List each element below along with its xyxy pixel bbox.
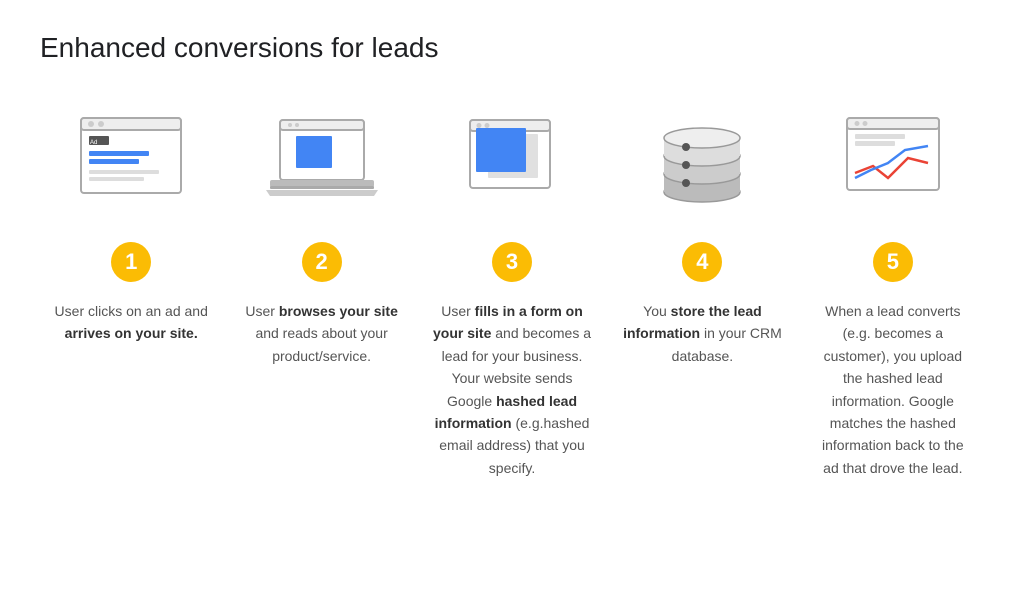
chart-icon — [833, 108, 953, 223]
step-3-number: 3 — [492, 242, 532, 282]
step-1-text: User clicks on an ad and arrives on your… — [51, 300, 211, 345]
step-4-text: You store the lead information in your C… — [622, 300, 782, 367]
steps-container: Ad 1 User clicks on an ad and arrives on… — [40, 100, 984, 479]
page-title: Enhanced conversions for leads — [40, 32, 984, 64]
step-3-icon-area — [452, 100, 572, 230]
step-5-number: 5 — [873, 242, 913, 282]
step-4-number: 4 — [682, 242, 722, 282]
step-2-icon-area — [262, 100, 382, 230]
step-2-text: User browses your site and reads about y… — [242, 300, 402, 367]
step-1-icon-area: Ad — [71, 100, 191, 230]
step-4-icon-area — [642, 100, 762, 230]
step-3-text: User fills in a form on your site and be… — [432, 300, 592, 479]
step-1: Ad 1 User clicks on an ad and arrives on… — [40, 100, 222, 345]
database-icon — [642, 108, 762, 223]
form-icon — [452, 108, 572, 223]
step-3: 3 User fills in a form on your site and … — [421, 100, 603, 479]
ad-icon: Ad — [71, 108, 191, 223]
step-5-icon-area — [833, 100, 953, 230]
step-4: 4 You store the lead information in your… — [611, 100, 793, 367]
svg-text:Ad: Ad — [90, 140, 97, 146]
laptop-icon — [262, 108, 382, 223]
step-5-text: When a lead converts (e.g. becomes a cus… — [813, 300, 973, 479]
step-5: 5 When a lead converts (e.g. becomes a c… — [802, 100, 984, 479]
step-2: 2 User browses your site and reads about… — [230, 100, 412, 367]
step-1-number: 1 — [111, 242, 151, 282]
step-2-number: 2 — [302, 242, 342, 282]
